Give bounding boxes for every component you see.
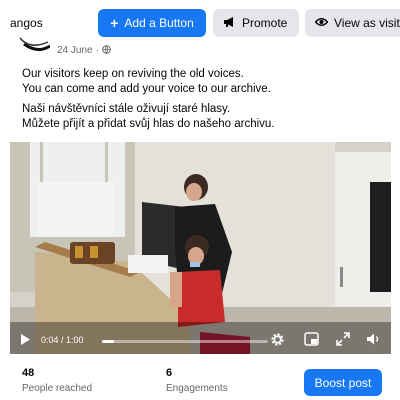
video-time: 0:04 / 1:00	[41, 335, 84, 345]
video-frame	[10, 142, 391, 354]
eye-icon	[314, 16, 329, 30]
play-icon[interactable]	[20, 333, 31, 349]
megaphone-icon	[223, 16, 236, 31]
video-player[interactable]	[10, 142, 391, 354]
fullscreen-icon[interactable]	[336, 332, 350, 349]
people-reached-label: People reached	[22, 383, 93, 394]
boost-post-label: Boost post	[314, 375, 372, 390]
post-meta: 24 June ·	[57, 45, 111, 56]
view-as-visitor-label: View as visit	[334, 16, 400, 30]
boost-post-button[interactable]: Boost post	[304, 369, 382, 396]
engagements-count: 6	[166, 367, 173, 379]
video-controls: 0:04 / 1:00	[10, 328, 391, 354]
page-header-bar: angos + Add a Button Promote View as vis…	[0, 0, 400, 42]
engagements-label: Engagements	[166, 383, 228, 394]
video-progress-fill	[102, 340, 114, 343]
promote-label: Promote	[242, 16, 288, 30]
post-message: Our visitors keep on reviving the old vo…	[22, 67, 392, 137]
video-progress-track[interactable]	[102, 340, 268, 343]
plus-icon: +	[110, 15, 119, 31]
post-paragraph-english: Our visitors keep on reviving the old vo…	[22, 67, 392, 97]
post-date[interactable]: 24 June	[57, 45, 93, 56]
globe-icon	[102, 45, 111, 56]
post-line: Naši návštěvníci stále oživují staré hla…	[22, 103, 231, 115]
view-as-visitor-button[interactable]: View as visit	[305, 9, 400, 37]
people-reached-count: 48	[22, 367, 35, 379]
post-line: Our visitors keep on reviving the old vo…	[22, 68, 244, 80]
settings-icon[interactable]	[270, 332, 285, 350]
post-line: Můžete přijít a přidat svůj hlas do naše…	[22, 118, 275, 130]
post-line: You can come and add your voice to our a…	[22, 83, 271, 95]
add-a-button-label: Add a Button	[124, 16, 194, 30]
volume-icon[interactable]	[366, 332, 382, 349]
page-name[interactable]: angos	[10, 16, 43, 30]
post-paragraph-czech: Naši návštěvníci stále oživují staré hla…	[22, 102, 392, 132]
promote-button[interactable]: Promote	[213, 9, 299, 37]
page-avatar[interactable]	[10, 30, 50, 60]
add-a-button-button[interactable]: + Add a Button	[98, 9, 206, 37]
picture-in-picture-icon[interactable]	[304, 332, 319, 349]
